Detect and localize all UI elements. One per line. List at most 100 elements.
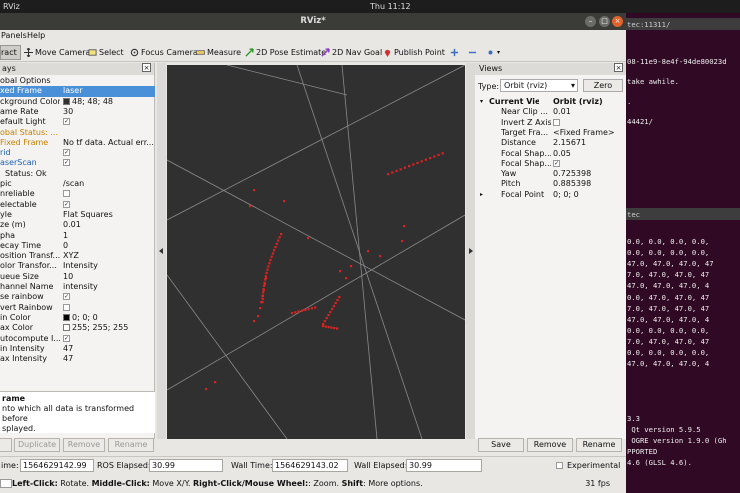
view-property-row[interactable]: Yaw 0.725398 [475, 169, 626, 179]
pose-estimate-tool[interactable]: 2D Pose Estimate [245, 46, 326, 59]
clock[interactable]: Thu 11:12 [370, 2, 411, 11]
property-value[interactable] [63, 303, 155, 313]
property-value[interactable]: ✓ [63, 158, 155, 168]
display-property-row[interactable]: osition Transf... XYZ [0, 251, 155, 261]
property-value[interactable]: 10 [63, 272, 155, 282]
property-value[interactable]: 47 [63, 354, 155, 364]
reset-button[interactable] [0, 479, 12, 488]
collapse-right-icon[interactable] [469, 248, 473, 254]
display-property-row[interactable]: Fixed Frame No tf data. Actual err... [0, 138, 155, 148]
property-value[interactable]: 255; 255; 255 [63, 323, 155, 333]
measure-tool[interactable]: Measure [196, 46, 241, 59]
experimental-checkbox[interactable] [556, 462, 563, 469]
checkbox[interactable]: ✓ [63, 118, 70, 126]
view-property-row[interactable]: Pitch 0.885398 [475, 179, 626, 189]
display-property-row[interactable]: obal Options [0, 76, 155, 86]
display-property-row[interactable]: efault Light ✓ [0, 117, 155, 127]
ros-time-field[interactable]: 1564629142.99 [20, 459, 94, 472]
remove-display-button[interactable]: Remove [63, 438, 105, 452]
checkbox[interactable] [553, 118, 560, 126]
display-property-row[interactable]: obal Status: ... [0, 128, 155, 138]
property-value[interactable]: 30 [63, 107, 155, 117]
menu-panels[interactable]: Panels [1, 31, 27, 40]
property-value[interactable]: 1 [63, 231, 155, 241]
expand-icon[interactable]: ▾ [480, 97, 483, 107]
property-value[interactable]: laser [63, 86, 155, 97]
display-property-row[interactable]: utocompute I... ✓ [0, 334, 155, 344]
maximize-button[interactable]: □ [599, 16, 610, 27]
3d-viewport[interactable] [167, 65, 465, 439]
property-value[interactable]: ✓ [63, 200, 155, 210]
nav-goal-tool[interactable]: 2D Nav Goal [321, 46, 382, 59]
display-property-row[interactable]: ax Color 255; 255; 255 [0, 323, 155, 333]
wall-elapsed-field[interactable]: 30.99 [406, 459, 482, 472]
viewport-canvas[interactable] [167, 65, 465, 439]
checkbox[interactable]: ✓ [63, 159, 70, 167]
display-property-row[interactable]: ame Rate 30 [0, 107, 155, 117]
display-property-row[interactable]: xed Frame laser [0, 86, 155, 97]
terminal-tab-1[interactable]: tec:11311/ [626, 18, 740, 30]
display-property-row[interactable]: in Intensity 47 [0, 344, 155, 354]
publish-point-tool[interactable]: Publish Point [383, 46, 445, 59]
menu-help[interactable]: Help [27, 31, 45, 40]
view-property-value[interactable]: 0.01 [553, 107, 571, 117]
add-display-button[interactable] [0, 438, 12, 452]
checkbox[interactable]: ✓ [553, 159, 560, 167]
display-property-row[interactable]: ax Intensity 47 [0, 354, 155, 364]
view-property-row[interactable]: Distance 2.15671 [475, 138, 626, 148]
minimize-button[interactable]: – [585, 16, 596, 27]
checkbox[interactable] [63, 303, 70, 311]
collapse-left-icon[interactable] [159, 248, 163, 254]
view-property-value[interactable]: 0.885398 [553, 179, 591, 189]
wall-time-field[interactable]: 1564629143.02 [272, 459, 348, 472]
view-property-value[interactable]: ✓ [553, 159, 560, 169]
property-value[interactable]: ✓ [63, 148, 155, 158]
property-value[interactable]: 0 [63, 241, 155, 251]
checkbox[interactable] [63, 190, 70, 198]
display-property-row[interactable]: ecay Time 0 [0, 241, 155, 251]
zero-button[interactable]: Zero [583, 79, 623, 92]
view-property-row[interactable]: ▸ Focal Point 0; 0; 0 [475, 190, 626, 200]
property-value[interactable]: ✓ [63, 334, 155, 344]
select-tool[interactable]: Select [88, 46, 124, 59]
display-property-row[interactable]: pha 1 [0, 231, 155, 241]
duplicate-button[interactable]: Duplicate [14, 438, 60, 452]
display-property-row[interactable]: pic/scan [0, 179, 155, 189]
close-button[interactable]: × [612, 16, 623, 27]
property-value[interactable] [63, 189, 155, 199]
display-property-row[interactable]: electable ✓ [0, 200, 155, 210]
property-value[interactable]: XYZ [63, 251, 155, 261]
view-type-select[interactable]: Orbit (rviz) ▾ [500, 79, 578, 92]
view-property-value[interactable] [553, 118, 560, 128]
display-property-row[interactable]: yle Flat Squares [0, 210, 155, 220]
property-value[interactable]: ✓ [63, 117, 155, 127]
property-value[interactable]: No tf data. Actual err... [63, 138, 155, 148]
right-splitter[interactable] [466, 63, 475, 439]
tool-properties-button[interactable]: ▾ [486, 46, 500, 59]
view-property-value[interactable]: 0.725398 [553, 169, 591, 179]
focus-camera-tool[interactable]: Focus Camera [130, 46, 198, 59]
view-property-row[interactable]: Near Clip ... 0.01 [475, 107, 626, 117]
app-menu[interactable]: RViz [3, 2, 20, 11]
checkbox[interactable]: ✓ [63, 293, 70, 301]
rename-view-button[interactable]: Rename [576, 438, 622, 452]
property-value[interactable]: 48; 48; 48 [63, 97, 155, 107]
view-property-row[interactable]: Target Fra... <Fixed Frame> [475, 128, 626, 138]
property-value[interactable]: /scan [63, 179, 155, 189]
property-value[interactable]: ✓ [63, 292, 155, 302]
interact-tool[interactable]: ract [0, 45, 21, 60]
view-property-value[interactable]: Orbit (rviz) [553, 97, 603, 107]
display-property-row[interactable]: hannel Name intensity [0, 282, 155, 292]
display-property-row[interactable]: aserScan ✓ [0, 158, 155, 168]
view-property-value[interactable]: 0.05 [553, 149, 571, 159]
view-property-row[interactable]: Focal Shap... 0.05 [475, 149, 626, 159]
property-value[interactable]: Intensity [63, 261, 155, 271]
display-property-row[interactable]: ckground Color 48; 48; 48 [0, 97, 155, 107]
display-property-row[interactable]: vert Rainbow [0, 303, 155, 313]
display-property-row[interactable]: nreliable [0, 189, 155, 199]
view-property-row[interactable]: Invert Z Axis [475, 118, 626, 128]
display-property-row[interactable]: in Color 0; 0; 0 [0, 313, 155, 323]
checkbox[interactable]: ✓ [63, 200, 70, 208]
close-panel-icon[interactable]: × [142, 63, 151, 72]
view-property-row[interactable]: ▾ Current View Orbit (rviz) [475, 97, 626, 107]
